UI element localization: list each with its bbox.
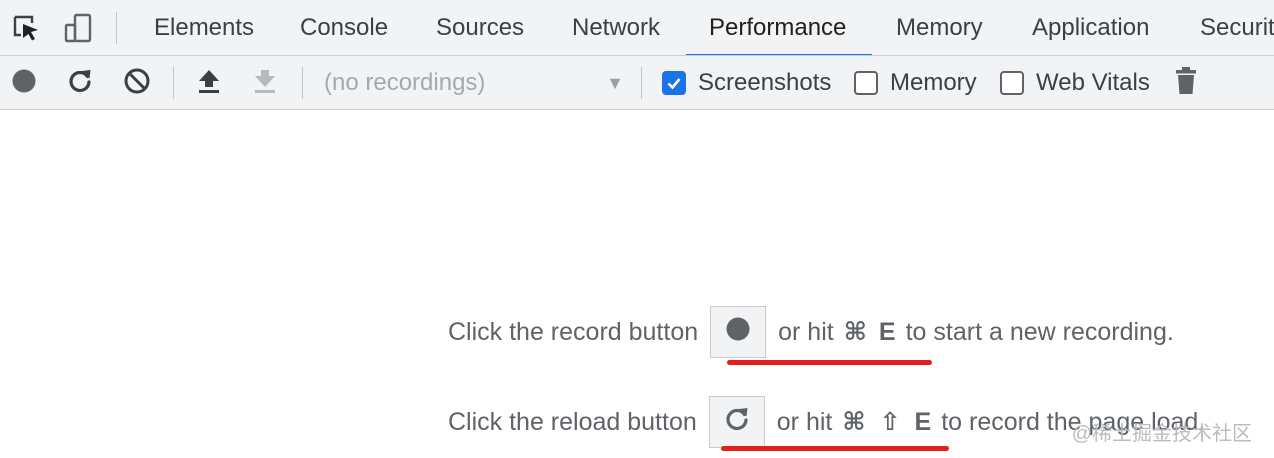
devtools-tab-bar: Elements Console Sources Network Perform… xyxy=(0,0,1274,56)
tab-security[interactable]: Securit xyxy=(1177,0,1274,55)
clear-icon xyxy=(123,67,151,100)
tab-label: Sources xyxy=(436,14,525,41)
load-profile-button[interactable] xyxy=(189,63,229,103)
instruction-text: Click the record button xyxy=(448,317,699,346)
e-key: E xyxy=(878,317,896,346)
web-vitals-checkbox[interactable]: Web Vitals xyxy=(1000,68,1150,98)
record-button[interactable] xyxy=(4,63,44,103)
record-icon xyxy=(725,316,751,349)
inline-record-button[interactable] xyxy=(710,306,767,358)
toolbar-divider xyxy=(641,67,642,99)
tab-console[interactable]: Console xyxy=(277,0,411,55)
memory-checkbox[interactable]: Memory xyxy=(854,68,977,98)
device-toolbar-icon[interactable] xyxy=(58,8,98,48)
performance-landing-panel: Click the record button or hit ⌘ E to st… xyxy=(0,110,1274,458)
checkbox-unchecked-icon xyxy=(1000,71,1024,95)
toolbar-divider xyxy=(302,67,303,99)
record-instruction: Click the record button or hit ⌘ E to st… xyxy=(448,304,1174,360)
inspect-element-icon[interactable] xyxy=(6,8,46,48)
garbage-collect-button[interactable] xyxy=(1166,63,1206,103)
toolbar-divider xyxy=(173,67,174,99)
tab-bar-divider xyxy=(116,12,117,44)
dropdown-arrow-icon: ▼ xyxy=(606,72,624,93)
tab-label: Network xyxy=(572,14,661,41)
tab-network[interactable]: Network xyxy=(549,0,683,55)
cmd-key: ⌘ xyxy=(843,318,867,346)
watermark: @稀土掘金技术社区 xyxy=(1071,423,1252,445)
load-profile-icon xyxy=(197,68,221,99)
tab-label: Securit xyxy=(1200,14,1274,41)
clear-button[interactable] xyxy=(117,63,157,103)
recording-select[interactable]: (no recordings) ▼ xyxy=(324,66,630,100)
reload-icon xyxy=(66,67,94,100)
e-key: E xyxy=(914,407,932,436)
recording-select-value: (no recordings) xyxy=(324,69,486,96)
tab-label: Performance xyxy=(709,14,847,41)
save-profile-button[interactable] xyxy=(245,63,285,103)
screenshots-checkbox[interactable]: Screenshots xyxy=(662,68,831,98)
inline-reload-button[interactable] xyxy=(708,396,765,448)
performance-toolbar: (no recordings) ▼ Screenshots Memory Web… xyxy=(0,56,1274,110)
instruction-text: Click the reload button xyxy=(448,407,697,436)
shift-key: ⇧ xyxy=(879,408,901,436)
checkbox-checked-icon xyxy=(662,71,686,95)
tab-label: Console xyxy=(300,14,389,41)
reload-icon xyxy=(723,405,751,440)
annotation-underline xyxy=(727,360,932,365)
tab-label: Elements xyxy=(154,14,255,41)
checkbox-label: Memory xyxy=(890,69,977,96)
tab-application[interactable]: Application xyxy=(1009,0,1172,55)
reload-record-button[interactable] xyxy=(60,63,100,103)
checkbox-label: Screenshots xyxy=(698,69,832,96)
garbage-collect-icon xyxy=(1175,66,1197,101)
record-icon xyxy=(11,68,37,99)
instruction-text: to start a new recording. xyxy=(905,317,1174,346)
checkbox-label: Web Vitals xyxy=(1036,69,1150,96)
tab-label: Application xyxy=(1032,14,1150,41)
tab-elements[interactable]: Elements xyxy=(131,0,277,55)
tab-performance[interactable]: Performance xyxy=(686,0,872,55)
instruction-text: or hit xyxy=(776,407,833,436)
cmd-key: ⌘ xyxy=(842,408,866,436)
tab-sources[interactable]: Sources xyxy=(413,0,547,55)
instruction-text: or hit xyxy=(778,317,834,346)
checkbox-unchecked-icon xyxy=(854,71,878,95)
tab-label: Memory xyxy=(896,14,983,41)
annotation-underline xyxy=(721,446,949,451)
save-profile-icon xyxy=(253,68,277,99)
tab-memory[interactable]: Memory xyxy=(873,0,1006,55)
